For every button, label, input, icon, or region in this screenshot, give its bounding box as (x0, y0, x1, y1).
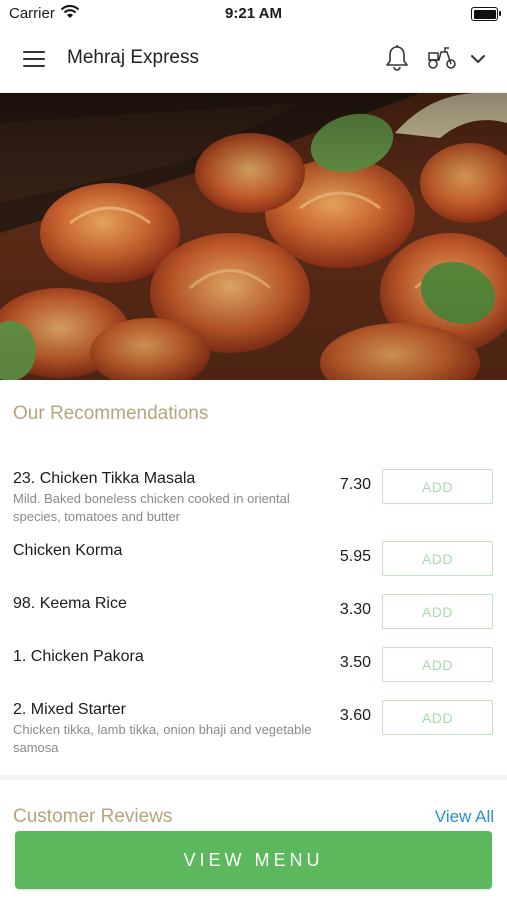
add-button[interactable]: ADD (382, 700, 493, 735)
item-price: 3.50 (339, 654, 371, 671)
view-menu-button[interactable]: VIEW MENU (15, 831, 492, 889)
item-name: Chicken Korma (13, 542, 123, 559)
status-bar: Carrier 9:21 AM (0, 0, 507, 28)
reviews-title: Customer Reviews (13, 806, 173, 827)
item-description: Chicken tikka, lamb tikka, onion bhaji a… (13, 722, 312, 755)
section-divider (0, 775, 507, 780)
hero-food-image (0, 93, 507, 380)
item-price: 7.30 (339, 476, 371, 493)
item-name: 98. Keema Rice (13, 595, 127, 612)
add-button[interactable]: ADD (382, 647, 493, 682)
top-navbar: Mehraj Express (0, 28, 507, 93)
food-photo (0, 93, 507, 380)
add-button[interactable]: ADD (382, 469, 493, 504)
item-description: Mild. Baked boneless chicken cooked in o… (13, 491, 290, 524)
item-name: 23. Chicken Tikka Masala (13, 470, 196, 487)
clock: 9:21 AM (225, 5, 282, 22)
scooter-icon[interactable] (427, 46, 457, 75)
item-name: 1. Chicken Pakora (13, 648, 144, 665)
bell-icon[interactable] (384, 44, 410, 77)
view-all-link[interactable]: View All (435, 807, 494, 827)
battery-icon (471, 7, 501, 21)
item-price: 3.60 (339, 707, 371, 724)
chevron-down-icon[interactable] (470, 52, 486, 70)
item-price: 5.95 (339, 548, 371, 565)
recommendations-title: Our Recommendations (13, 403, 209, 424)
add-button[interactable]: ADD (382, 541, 493, 576)
item-price: 3.30 (339, 601, 371, 618)
item-name: 2. Mixed Starter (13, 701, 126, 718)
restaurant-title: Mehraj Express (67, 47, 199, 68)
menu-icon[interactable] (23, 50, 45, 68)
add-button[interactable]: ADD (382, 594, 493, 629)
